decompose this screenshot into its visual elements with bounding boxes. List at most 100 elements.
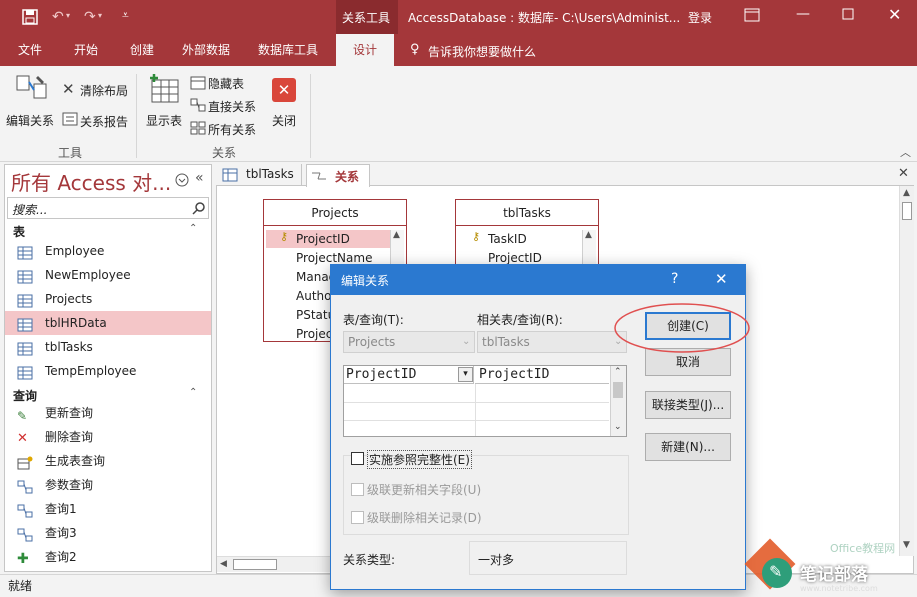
field-taskid[interactable]: TaskID xyxy=(488,232,527,246)
field-mapping-grid[interactable]: ProjectID ▾ ProjectID ⌃ ⌄ xyxy=(343,365,627,437)
nav-search-box[interactable]: 搜索... xyxy=(7,197,209,219)
nav-table-item[interactable]: tblHRData xyxy=(5,311,211,335)
customize-qat-icon[interactable]: ⩡ xyxy=(122,8,129,23)
nav-table-item[interactable]: TempEmployee xyxy=(5,359,211,383)
grid-scrollbar[interactable]: ⌃ ⌄ xyxy=(610,366,626,436)
annotation-ellipse xyxy=(614,303,750,353)
append-query-icon: ✚ xyxy=(17,551,29,567)
grid-right-cell[interactable]: ProjectID xyxy=(475,366,609,384)
direct-relationships-button[interactable]: 直接关系 xyxy=(208,98,256,115)
field-author[interactable]: Autho xyxy=(296,289,331,303)
tab-external-data[interactable]: 外部数据 xyxy=(172,34,240,66)
close-x-icon: ✕ xyxy=(272,78,296,102)
new-button[interactable]: 新建(N)... xyxy=(645,433,731,461)
tab-database-tools[interactable]: 数据库工具 xyxy=(248,34,328,66)
undo-icon[interactable]: ↶ xyxy=(52,9,64,25)
clear-layout-icon: ✕ xyxy=(62,80,75,98)
nav-table-item[interactable]: NewEmployee xyxy=(5,263,211,287)
key-icon: ⚷ xyxy=(472,230,481,243)
enforce-integrity-checkbox[interactable] xyxy=(351,452,364,465)
clear-layout-button[interactable]: 清除布局 xyxy=(80,82,128,99)
show-table-button[interactable]: 显示表 xyxy=(142,72,188,132)
table-scrollbar[interactable]: ▲ xyxy=(582,230,596,268)
field-projectname[interactable]: ProjectName xyxy=(296,251,372,265)
nav-query-item[interactable]: ✚ 查询2 xyxy=(5,545,211,569)
nav-query-item[interactable]: ✕ 删除查询 xyxy=(5,425,211,449)
login-link[interactable]: 登录 xyxy=(688,9,712,26)
maximize-icon[interactable] xyxy=(842,8,854,23)
section-collapse-icon[interactable]: ⌃ xyxy=(189,223,197,234)
nav-query-item[interactable]: 查询1 xyxy=(5,497,211,521)
context-tab-label: 关系工具 xyxy=(342,11,391,25)
nav-section-tables[interactable]: 表 xyxy=(13,223,25,240)
window-close-icon[interactable]: ✕ xyxy=(888,5,901,24)
scroll-up-icon[interactable]: ⌃ xyxy=(614,367,622,377)
ribbon-display-icon[interactable] xyxy=(744,8,760,25)
help-icon[interactable]: ? xyxy=(671,271,678,287)
collapse-ribbon-icon[interactable]: ︿ xyxy=(900,144,911,160)
grid-left-cell[interactable]: ProjectID ▾ xyxy=(344,366,474,384)
nav-query-item[interactable]: 生成表查询 xyxy=(5,449,211,473)
all-relationships-button[interactable]: 所有关系 xyxy=(208,121,256,138)
tab-create[interactable]: 创建 xyxy=(116,34,168,66)
pen-icon: ✎ xyxy=(762,558,792,588)
scroll-down-icon[interactable]: ⌄ xyxy=(614,422,622,432)
join-type-button[interactable]: 联接类型(J)... xyxy=(645,391,731,419)
nav-search-input[interactable]: 搜索... xyxy=(12,201,47,218)
enforce-integrity-label[interactable]: 实施参照完整性(E) xyxy=(367,450,472,469)
save-icon[interactable] xyxy=(22,9,38,28)
scroll-thumb[interactable] xyxy=(613,382,623,398)
dialog-title-bar[interactable]: 编辑关系 ? ✕ xyxy=(331,265,745,295)
scroll-up-icon[interactable]: ▲ xyxy=(585,230,592,240)
edit-relationships-button[interactable]: 编辑关系 xyxy=(6,72,58,132)
grid-left-value: ProjectID xyxy=(346,367,417,382)
scroll-up-icon[interactable]: ▲ xyxy=(393,230,400,240)
search-icon[interactable] xyxy=(192,201,206,218)
section-collapse-icon[interactable]: ⌃ xyxy=(189,387,197,398)
edit-relationships-label: 编辑关系 xyxy=(6,114,55,128)
field-projectid[interactable]: ProjectID xyxy=(296,232,350,246)
scroll-left-icon[interactable]: ◀ xyxy=(220,559,227,569)
watermark-office: Office教程网 xyxy=(830,542,896,555)
scroll-thumb[interactable] xyxy=(233,559,277,570)
field-project[interactable]: Projec xyxy=(296,327,332,341)
tbltasks-table-box[interactable]: tblTasks ⚷ TaskID ProjectID ▲ xyxy=(455,199,599,269)
tab-file[interactable]: 文件 xyxy=(4,34,56,66)
redo-dropdown-icon[interactable]: ▾ xyxy=(98,11,102,20)
minimize-icon[interactable]: — xyxy=(796,6,810,22)
canvas-horizontal-scrollbar[interactable]: ◀ xyxy=(217,556,330,572)
tab-design[interactable]: 设计 xyxy=(336,34,394,66)
undo-dropdown-icon[interactable]: ▾ xyxy=(66,11,70,20)
chevron-down-icon[interactable]: ▾ xyxy=(458,367,473,382)
nav-menu-icon[interactable] xyxy=(175,173,189,190)
doc-tab-relationships[interactable]: 关系 xyxy=(306,164,370,187)
relationship-report-button[interactable]: 关系报告 xyxy=(80,113,128,130)
nav-query-item[interactable]: 参数查询 xyxy=(5,473,211,497)
hide-table-button[interactable]: 隐藏表 xyxy=(208,75,244,92)
tell-me-box[interactable]: 告诉我你想要做什么 xyxy=(428,43,536,60)
nav-table-item[interactable]: tblTasks xyxy=(5,335,211,359)
nav-table-item[interactable]: Employee xyxy=(5,239,211,263)
tab-home[interactable]: 开始 xyxy=(60,34,112,66)
redo-icon[interactable]: ↷ xyxy=(84,9,96,25)
nav-query-item[interactable]: 查询3 xyxy=(5,521,211,545)
doc-tab-tbltasks[interactable]: tblTasks xyxy=(218,164,302,186)
table-query-label: 表/查询(T): xyxy=(343,313,404,327)
nav-item-label: 参数查询 xyxy=(45,478,94,492)
ribbon: 编辑关系 ✕ 清除布局 关系报告 工具 显示表 隐藏表 直接关系 所有关系 ✕ … xyxy=(0,66,917,162)
hide-table-icon xyxy=(190,76,206,93)
field-projectid[interactable]: ProjectID xyxy=(488,251,542,265)
close-relationships-button[interactable]: ✕ 关闭 xyxy=(264,74,304,134)
context-tab-band: 关系工具 xyxy=(336,0,398,34)
nav-table-item[interactable]: Projects xyxy=(5,287,211,311)
cascade-delete-label: 级联删除相关记录(D) xyxy=(367,511,482,525)
nav-title[interactable]: 所有 Access 对... xyxy=(11,167,171,196)
nav-item-label: tblHRData xyxy=(45,316,107,330)
canvas-vertical-scrollbar[interactable]: ▲ ▼ xyxy=(899,186,914,556)
nav-collapse-icon[interactable]: « xyxy=(195,170,204,186)
nav-query-item[interactable]: ✎ 更新查询 xyxy=(5,401,211,425)
doc-close-icon[interactable]: ✕ xyxy=(898,166,909,181)
scroll-thumb[interactable] xyxy=(902,202,912,220)
scroll-up-icon[interactable]: ▲ xyxy=(903,188,910,198)
dialog-close-icon[interactable]: ✕ xyxy=(715,270,728,288)
